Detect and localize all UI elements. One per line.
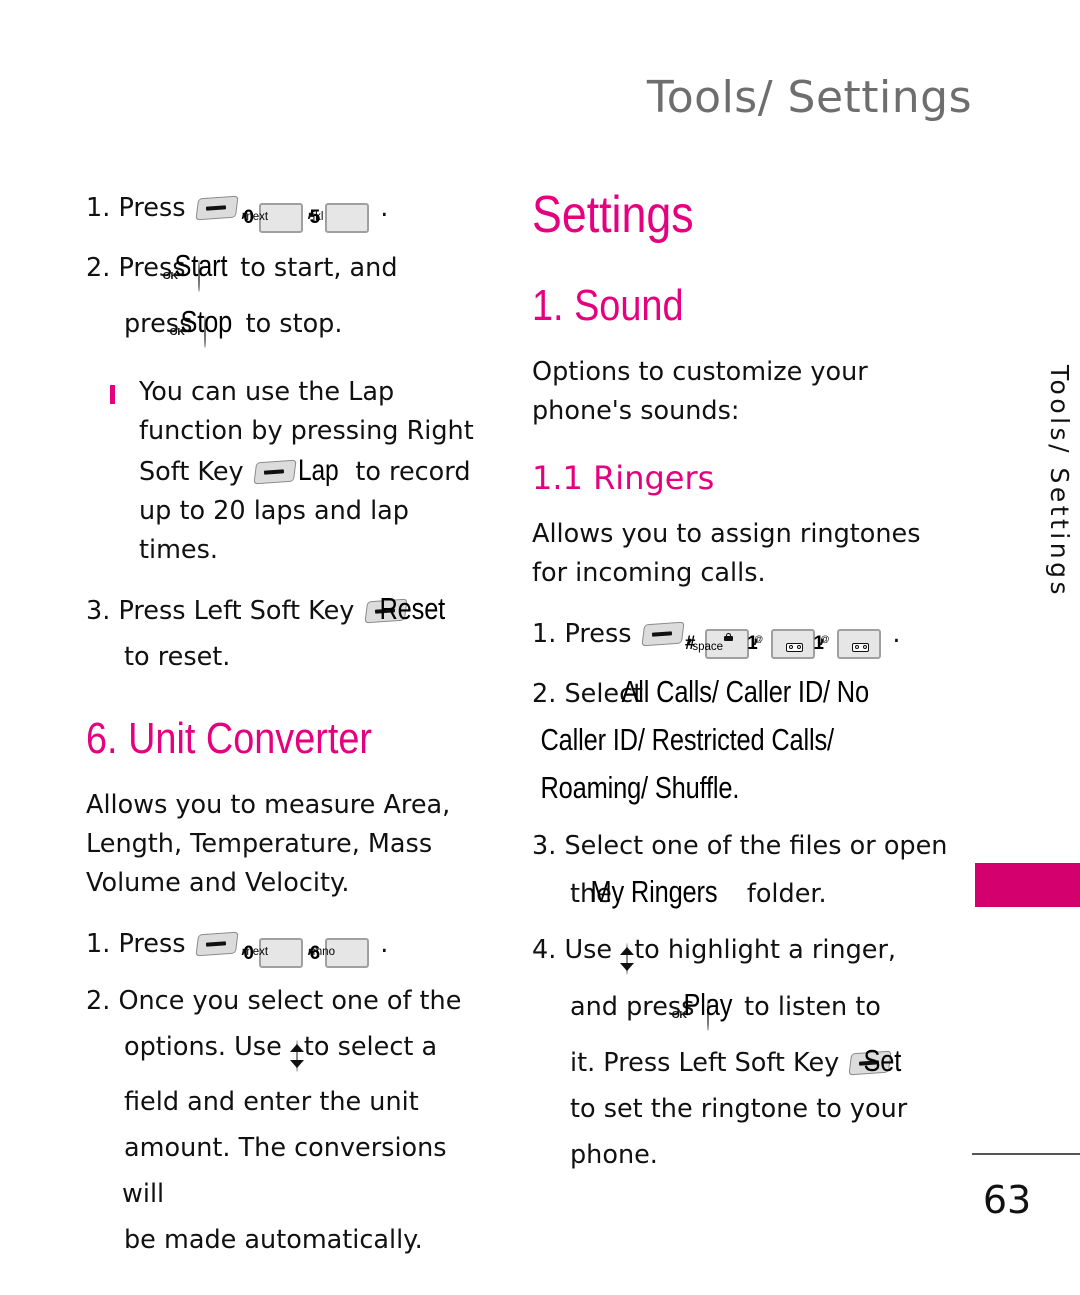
manual-page: Tools/ Settings 1. Press , 0 next, 5 jkl .…	[0, 0, 1080, 1295]
step-line-3: field and enter the unit	[124, 1087, 419, 1117]
keypad-key-0-next: 0 next	[243, 202, 303, 233]
left-step-1: 1. Press , 0 next, 5 jkl .	[86, 185, 496, 233]
step-line-1-post: to highlight a ringer,	[634, 934, 897, 965]
keypad-key-6-mno: 6 mno	[310, 938, 370, 968]
ui-options-line-2: Caller ID/ Restricted Calls/	[540, 721, 834, 757]
side-tab-accent-block	[975, 863, 1080, 907]
bullet-line-3-pre: Soft Key	[139, 456, 252, 487]
right-column: Settings 1. Sound Options to customize y…	[532, 185, 952, 1188]
keypad-key-0-next: 0 next	[243, 938, 303, 968]
bullet-marker-icon	[110, 384, 115, 404]
unit-converter-description: Allows you to measure Area, Length, Temp…	[86, 789, 451, 898]
step-number: 2.	[532, 678, 565, 709]
ringers-step-2: 2. Select All Calls/ Caller ID/ No Caller…	[532, 669, 952, 813]
bullet-line-3-post: to record	[347, 456, 471, 487]
step-text: Press	[118, 193, 194, 223]
unit-converter-step-1: 1. Press , 0 next, 6 mno .	[86, 921, 496, 968]
ui-options-line-1: All Calls/ Caller ID/ No	[621, 673, 870, 709]
soft-key-icon	[195, 931, 239, 957]
navigation-key-icon	[620, 942, 635, 975]
bullet-text: You can use the Lap function by pressing…	[139, 373, 474, 570]
keypad-key-1-voicemail: 1 @	[747, 628, 816, 659]
heading-sound: 1. Sound	[532, 281, 684, 330]
step-text: Press	[118, 928, 194, 959]
keypad-key-1-voicemail: 1 @	[813, 628, 882, 659]
step-line-2-pre: options. Use	[124, 1032, 290, 1062]
heading-unit-converter: 6. Unit Converter	[86, 713, 373, 763]
keypad-key-hash-space: # space	[685, 628, 749, 659]
heading-ringers: 1.1 Ringers	[532, 459, 715, 497]
step-number: 4.	[532, 934, 565, 965]
ui-options-line-3: Roaming/ Shuffle.	[540, 769, 740, 805]
voicemail-icon: @	[754, 634, 804, 652]
left-column: 1. Press , 0 next, 5 jkl . 2. Press OK Star…	[86, 185, 496, 1273]
step-text-end: .	[372, 193, 389, 223]
bullet-line-1: You can use the Lap	[139, 376, 395, 407]
ringers-step-4: 4. Use to highlight a ringer, and press O…	[532, 927, 952, 1178]
left-step-2: 2. Press OK Start to start, and press OK St…	[86, 243, 496, 355]
bullet-line-4: up to 20 laps and lap	[139, 495, 409, 526]
step-number: 3.	[86, 595, 119, 626]
soft-key-icon	[253, 459, 297, 485]
step-text-end: .	[372, 928, 389, 959]
sound-description: Options to customize your phone's sounds…	[532, 357, 868, 426]
bullet-line-5: times.	[139, 534, 219, 565]
ui-label-reset: Reset	[378, 590, 445, 626]
step-number: 2.	[86, 252, 119, 283]
ui-label-my-ringers: My Ringers	[590, 873, 718, 909]
step-line-2-post: to select a	[303, 1032, 438, 1062]
unit-converter-step-2: 2. Once you select one of the options. Us…	[86, 978, 496, 1263]
step-text: to start, and	[232, 252, 398, 283]
ui-label-play: Play	[683, 986, 732, 1022]
step-number: 3.	[532, 830, 565, 861]
step-line-3-pre: it. Press Left Soft Key	[570, 1047, 848, 1078]
ui-label-set: Set	[864, 1038, 902, 1084]
soft-key-icon	[641, 621, 685, 647]
ui-label-stop: Stop	[180, 303, 233, 339]
bullet-line-2: function by pressing Right	[139, 415, 474, 446]
heading-settings: Settings	[532, 186, 694, 244]
step-line-5: be made automatically.	[124, 1225, 423, 1255]
step-text: Press	[564, 619, 640, 649]
lock-icon	[723, 633, 733, 642]
step-number: 1.	[532, 619, 565, 649]
step-text: Use	[564, 934, 621, 965]
step-line-4: amount. The conversions will	[122, 1133, 447, 1209]
step-line-4: to set the ringtone to your	[570, 1093, 908, 1124]
ringers-step-3: 3. Select one of the files or open the My…	[532, 823, 952, 917]
left-step-3: 3. Press Left Soft Key Reset to reset.	[86, 586, 496, 680]
step-line-1: Once you select one of the	[118, 986, 462, 1016]
step-line-1: Select one of the files or open	[564, 830, 948, 861]
ui-label-lap: Lap	[297, 453, 339, 487]
footer-divider	[972, 1153, 1080, 1155]
page-header-title: Tools/ Settings	[646, 72, 972, 123]
voicemail-icon: @	[820, 634, 870, 652]
ui-label-start: Start	[174, 247, 228, 283]
keypad-key-5-jkl: 5 jkl	[310, 202, 370, 233]
step-text: to reset.	[124, 641, 231, 672]
step-line-2-post: folder.	[738, 878, 827, 909]
left-bullet-note: You can use the Lap function by pressing…	[110, 373, 496, 570]
step-text: Press Left Soft Key	[118, 595, 363, 626]
step-number: 2.	[86, 986, 119, 1016]
step-text: to stop.	[237, 308, 343, 339]
step-line-5: phone.	[570, 1139, 658, 1170]
ringers-step-1: 1. Press , # space, 1 @, 1 @ .	[532, 611, 952, 659]
side-tab-label: Tools/ Settings	[1045, 365, 1074, 598]
ringers-description: Allows you to assign ringtones for incom…	[532, 519, 921, 588]
step-number: 1.	[86, 193, 119, 223]
navigation-key-icon	[289, 1040, 304, 1072]
step-line-2-post: to listen to	[736, 991, 881, 1022]
soft-key-icon	[195, 195, 239, 221]
step-number: 1.	[86, 928, 119, 959]
page-number: 63	[982, 1178, 1032, 1222]
step-text-end: .	[884, 619, 901, 649]
